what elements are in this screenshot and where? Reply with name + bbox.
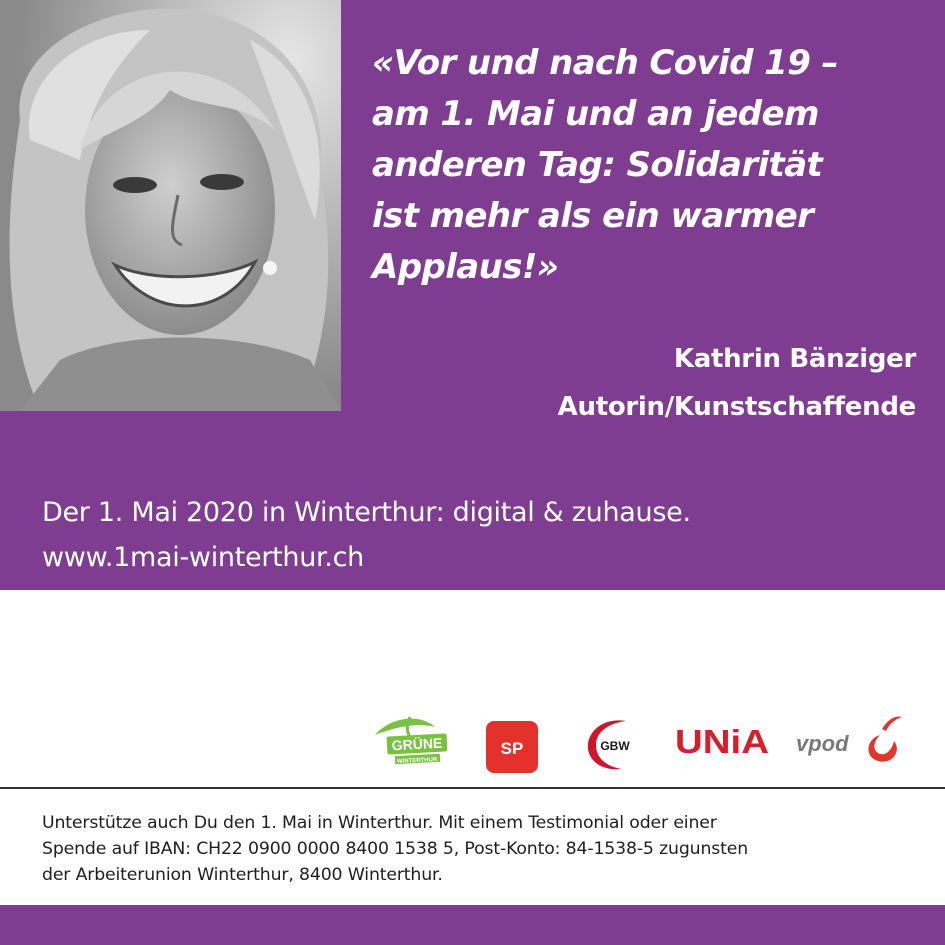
section-divider xyxy=(0,787,945,789)
author-block: Kathrin Bänziger Autorin/Kunstschaffende xyxy=(557,335,917,431)
quote-text: «Vor und nach Covid 19 – am 1. Mai und a… xyxy=(372,38,932,293)
event-url-link[interactable]: www.1mai-winterthur.ch xyxy=(42,535,691,580)
vpod-logo: vpod xyxy=(796,713,906,768)
sp-logo-text: SP xyxy=(501,739,524,758)
author-name: Kathrin Bänziger xyxy=(673,344,916,374)
unia-logo: UNiA xyxy=(673,713,773,763)
gruene-logo: GRÜNE WINTERTHUR xyxy=(365,713,455,775)
portrait-photo xyxy=(0,0,341,411)
gruene-logo-subtext: WINTERTHUR xyxy=(397,757,438,765)
author-role: Autorin/Kunstschaffende xyxy=(557,392,917,422)
donation-line: Unterstütze auch Du den 1. Mai in Winter… xyxy=(42,813,717,833)
sp-logo: SP xyxy=(484,719,540,775)
gruene-logo-text: GRÜNE xyxy=(391,735,442,754)
quote-line: anderen Tag: Solidarität xyxy=(372,145,823,185)
event-line: Der 1. Mai 2020 in Winterthur: digital &… xyxy=(42,497,691,528)
vpod-logo-text: vpod xyxy=(796,731,849,756)
quote-line: «Vor und nach Covid 19 – xyxy=(372,43,838,83)
quote-line: Applaus!» xyxy=(372,247,559,287)
unia-logo-text: UNiA xyxy=(675,723,769,760)
donation-line: Spende auf IBAN: CH22 0900 0000 8400 153… xyxy=(42,839,749,859)
footer-bar xyxy=(0,905,945,945)
donation-line: der Arbeiterunion Winterthur, 8400 Winte… xyxy=(42,865,443,885)
event-info: Der 1. Mai 2020 in Winterthur: digital &… xyxy=(42,490,691,580)
partner-logos: GRÜNE WINTERTHUR SP GBW UNiA vpod xyxy=(360,705,920,775)
gbw-logo: GBW xyxy=(582,713,642,773)
quote-line: am 1. Mai und an jedem xyxy=(372,94,819,134)
gbw-logo-text: GBW xyxy=(600,739,630,753)
portrait-illustration xyxy=(0,0,341,411)
quote-line: ist mehr als ein warmer xyxy=(372,196,814,236)
donation-info: Unterstütze auch Du den 1. Mai in Winter… xyxy=(42,810,748,888)
